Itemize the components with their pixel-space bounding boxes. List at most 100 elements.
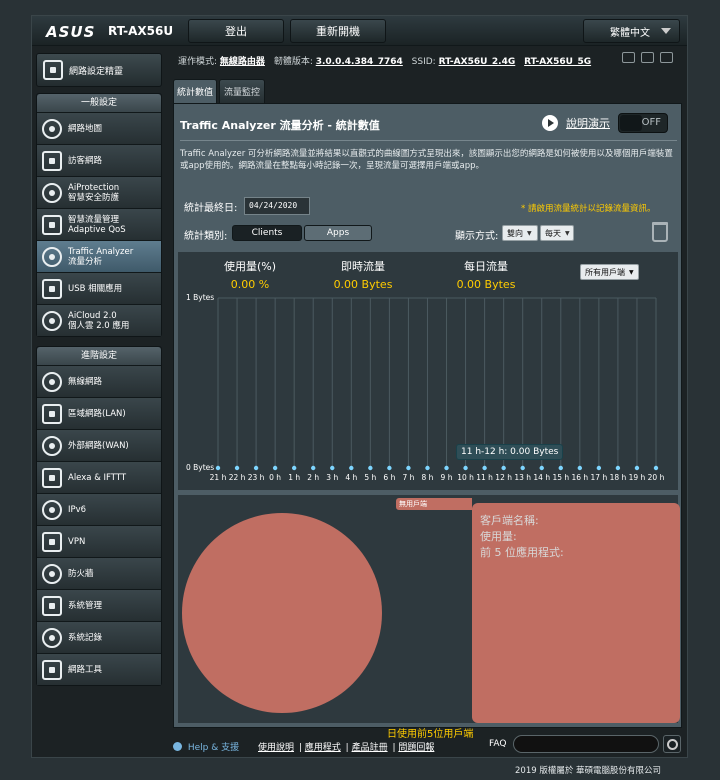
- sidebar-item-label: 區域網路(LAN): [68, 408, 126, 419]
- manual-link[interactable]: 使用說明: [258, 743, 294, 753]
- mode-link[interactable]: 無線路由器: [220, 57, 265, 67]
- play-icon: [542, 115, 558, 131]
- sidebar-item-system-log[interactable]: 系統記錄: [37, 621, 161, 653]
- language-select[interactable]: 繁體中文: [583, 19, 680, 43]
- sidebar-item-qos[interactable]: 智慧流量管理 Adaptive QoS: [37, 208, 161, 240]
- sidebar-item-traffic-analyzer[interactable]: Traffic Analyzer 流量分析: [37, 240, 161, 272]
- data-point[interactable]: [349, 465, 354, 471]
- trash-icon[interactable]: [652, 222, 668, 242]
- sidebar-item-label: VPN: [68, 536, 86, 547]
- sidebar-item-wan[interactable]: 外部網路(WAN): [37, 429, 161, 461]
- search-icon[interactable]: [663, 735, 681, 753]
- sidebar-item-ipv6[interactable]: IPv6: [37, 493, 161, 525]
- sidebar-item-administration[interactable]: 系統管理: [37, 589, 161, 621]
- router-ui-frame: ASUS RT-AX56U 登出 重新開機 繁體中文 運作模式: 無線路由器 韌…: [31, 15, 688, 758]
- data-point[interactable]: [291, 465, 297, 471]
- description-text: Traffic Analyzer 可分析網路流量並將結果以直觀式的曲線圖方式呈現…: [180, 149, 673, 171]
- usb-status-icon[interactable]: [660, 52, 673, 63]
- data-point[interactable]: [615, 465, 621, 471]
- sidebar-item-label: 網路地圖: [68, 123, 103, 134]
- data-point[interactable]: [520, 465, 525, 471]
- data-point[interactable]: [406, 465, 411, 471]
- sidebar-item-usb[interactable]: USB 相關應用: [37, 272, 161, 304]
- help-support-link[interactable]: Help & 支援: [173, 740, 239, 753]
- demo-link-label: 說明演示: [566, 117, 610, 130]
- chart-plot: 21 h 22 h 23 h 0 h 1 h 2 h 3 h 4 h 5 h 6 h 7 h 8 h 9…: [210, 297, 665, 482]
- sidebar-item-alexa[interactable]: Alexa & IFTTT: [37, 461, 161, 493]
- data-point[interactable]: [482, 465, 487, 471]
- feedback-link[interactable]: 問題回報: [398, 743, 434, 753]
- sidebar-item-aicloud[interactable]: AiCloud 2.0 個人雲 2.0 應用: [37, 304, 161, 336]
- data-point[interactable]: [234, 465, 240, 471]
- data-point[interactable]: [653, 465, 659, 471]
- apps-tab-button[interactable]: Apps: [304, 225, 372, 241]
- x-tick-label: 21 h: [210, 473, 227, 482]
- quick-setup-button[interactable]: 網路設定精靈: [36, 53, 162, 87]
- logout-button[interactable]: 登出: [188, 19, 284, 43]
- firewall-icon: [42, 563, 62, 584]
- end-date-label: 統計最終日:: [184, 203, 238, 214]
- ssid-5g-link[interactable]: RT-AX56U_5G: [524, 57, 591, 67]
- period-select[interactable]: 每天: [540, 225, 574, 241]
- data-point[interactable]: [463, 465, 468, 471]
- reboot-button[interactable]: 重新開機: [290, 19, 386, 43]
- end-date-input[interactable]: 04/24/2020: [244, 197, 310, 215]
- connection-icon[interactable]: [641, 52, 654, 63]
- tab-traffic-monitor[interactable]: 流量監控: [219, 79, 265, 103]
- sidebar-item-lan[interactable]: 區域網路(LAN): [37, 397, 161, 429]
- utility-link[interactable]: 應用程式: [305, 743, 341, 753]
- x-tick-label: 20 h: [648, 473, 665, 482]
- firmware-link[interactable]: 3.0.0.4.384_7764: [316, 57, 403, 67]
- sidebar-item-firewall[interactable]: 防火牆: [37, 557, 161, 589]
- qos-icon: [42, 214, 62, 235]
- sidebar-item-aiprotection[interactable]: AiProtection 智慧安全防護: [37, 176, 161, 208]
- ssid-24g-link[interactable]: RT-AX56U_2.4G: [439, 57, 516, 67]
- chevron-down-icon: [661, 28, 671, 34]
- x-tick-label: 3 h: [326, 473, 338, 482]
- data-point[interactable]: [368, 465, 373, 471]
- sidebar-item-wireless[interactable]: 無線網路: [37, 365, 161, 397]
- data-point[interactable]: [596, 465, 602, 471]
- sidebar-item-label: 外部網路(WAN): [68, 440, 129, 451]
- data-point[interactable]: [253, 465, 259, 471]
- usb-icon: [42, 278, 62, 299]
- data-point[interactable]: [444, 465, 449, 471]
- data-point[interactable]: [272, 465, 278, 471]
- sidebar-item-guest-network[interactable]: 訪客網路: [37, 144, 161, 176]
- data-point[interactable]: [539, 465, 544, 471]
- faq-search-input[interactable]: [513, 735, 659, 753]
- x-tick-label: 4 h: [345, 473, 357, 482]
- mode-label: 運作模式:: [178, 57, 218, 67]
- sidebar-item-network-map[interactable]: 網路地圖: [37, 112, 161, 144]
- data-point[interactable]: [330, 465, 335, 471]
- top-bar: ASUS RT-AX56U 登出 重新開機 繁體中文: [32, 16, 687, 46]
- tab-statistics[interactable]: 統計數值: [173, 79, 217, 103]
- data-point[interactable]: [558, 465, 563, 471]
- data-point[interactable]: [425, 465, 430, 471]
- divider: [180, 140, 677, 141]
- sidebar-item-label: 防火牆: [68, 568, 94, 579]
- chart-tooltip: 11 h-12 h: 0.00 Bytes: [456, 444, 564, 460]
- toggle-label: OFF: [641, 117, 661, 128]
- data-point[interactable]: [387, 465, 392, 471]
- clients-tab-button[interactable]: Clients: [232, 225, 302, 241]
- x-tick-label: 23 h: [248, 473, 265, 482]
- traffic-analyzer-toggle[interactable]: OFF: [618, 113, 668, 133]
- data-point[interactable]: [311, 465, 316, 471]
- data-point[interactable]: [501, 465, 506, 471]
- data-point[interactable]: [215, 465, 221, 471]
- registration-link[interactable]: 產品註冊: [352, 743, 388, 753]
- demo-link[interactable]: 說明演示: [542, 115, 610, 131]
- sidebar-item-vpn[interactable]: VPN: [37, 525, 161, 557]
- data-point[interactable]: [577, 465, 583, 471]
- direction-select[interactable]: 雙向: [502, 225, 538, 241]
- faq-label: FAQ: [489, 739, 507, 749]
- x-tick-label: 10 h: [457, 473, 474, 482]
- x-tick-label: 12 h: [495, 473, 512, 482]
- ipv6-icon: [42, 499, 62, 520]
- clients-icon[interactable]: [622, 52, 635, 63]
- sidebar-item-network-tools[interactable]: 網路工具: [37, 653, 161, 685]
- data-point[interactable]: [634, 465, 640, 471]
- lan-icon: [42, 403, 62, 424]
- alexa-icon: [42, 467, 62, 488]
